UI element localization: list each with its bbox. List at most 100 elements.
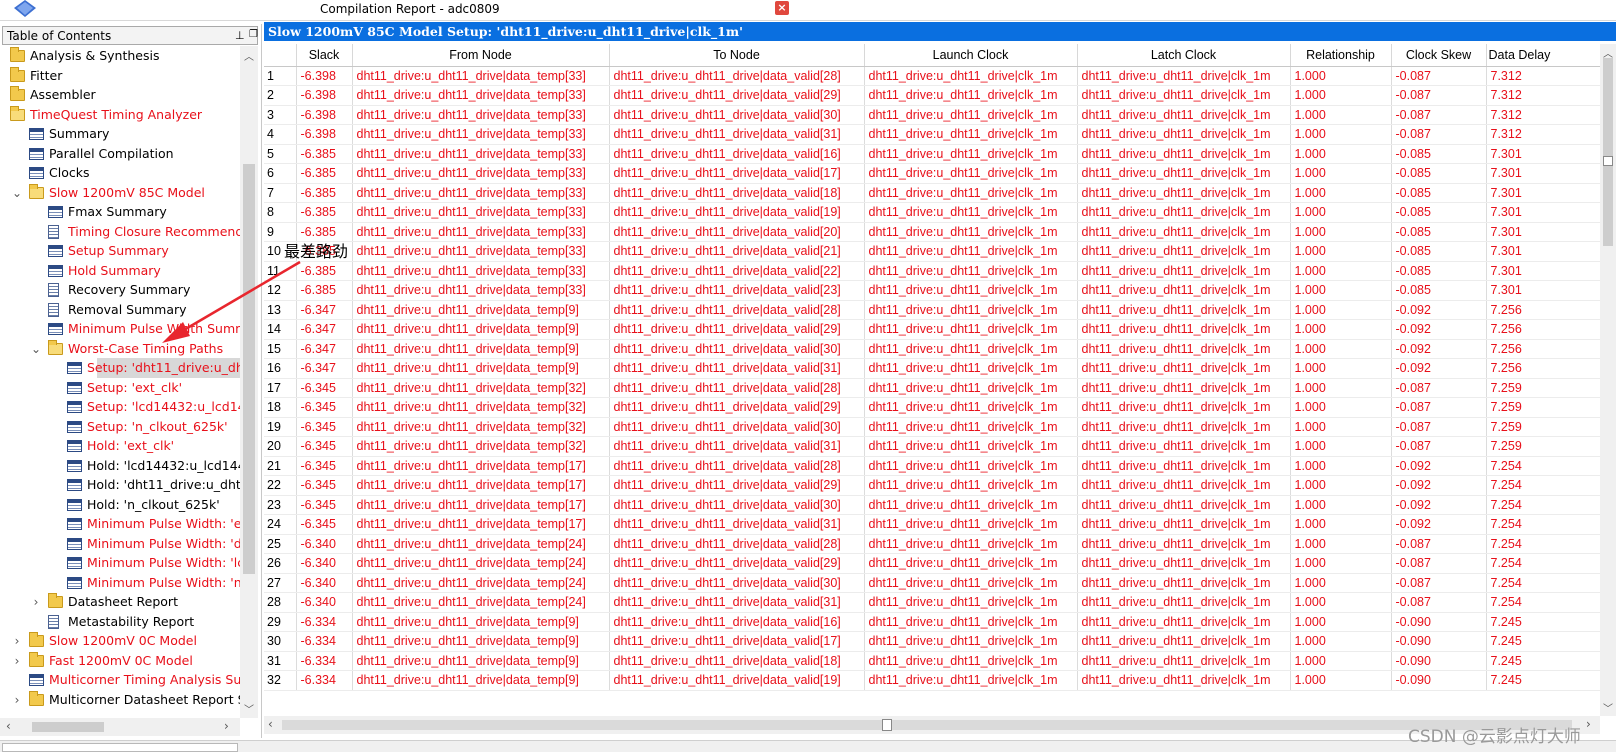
table-row[interactable]: 5 -6.385 dht11_drive:u_dht11_drive|data_te… [264, 144, 1600, 164]
toc-item[interactable]: Minimum Pulse Width: 'dht11_drive' [0, 534, 240, 554]
table-row[interactable]: 15 -6.347 dht11_drive:u_dht11_drive|data_t… [264, 339, 1600, 359]
table-row[interactable]: 27 -6.340 dht11_drive:u_dht11_drive|data_t… [264, 573, 1600, 593]
table-row[interactable]: 9 -6.385 dht11_drive:u_dht11_drive|data_te… [264, 222, 1600, 242]
scroll-right-icon[interactable]: › [1586, 717, 1591, 731]
table-vertical-scrollbar[interactable]: ︿ ﹀ [1600, 44, 1616, 716]
toc-item[interactable]: Minimum Pulse Width Summary [0, 319, 240, 339]
toc-item[interactable]: Hold Summary [0, 261, 240, 281]
chevron-right-icon[interactable]: › [11, 690, 23, 710]
toc-horizontal-scrollbar[interactable]: ‹ › [0, 718, 240, 736]
column-header[interactable]: Clock Skew [1391, 44, 1487, 67]
toc-vertical-scrollbar[interactable]: ︿ ﹀ [240, 46, 258, 718]
toc-item[interactable]: Removal Summary [0, 300, 240, 320]
table-row[interactable]: 12 -6.385 dht11_drive:u_dht11_drive|data_t… [264, 280, 1600, 301]
toc-item[interactable]: Minimum Pulse Width: 'ext_clk' [0, 514, 240, 534]
scroll-down-icon[interactable]: ﹀ [1600, 700, 1616, 715]
toc-item[interactable]: › Fast 1200mV 0C Model [0, 651, 240, 671]
table-horizontal-scrollbar[interactable]: ‹ › [264, 716, 1600, 734]
scroll-up-icon[interactable]: ︿ [240, 48, 258, 63]
toc-item[interactable]: › Datasheet Report [0, 592, 240, 612]
pin-icon[interactable]: ⊥ [235, 29, 245, 42]
toc-item[interactable]: Hold: 'lcd14432:u_lcd14432|clk' [0, 456, 240, 476]
scroll-down-icon[interactable]: ﹀ [240, 701, 258, 716]
column-header[interactable]: Data Delay [1486, 44, 1600, 67]
table-row[interactable]: 29 -6.334 dht11_drive:u_dht11_drive|data_t… [264, 612, 1600, 632]
toc-item[interactable]: › Slow 1200mV 0C Model [0, 631, 240, 651]
scroll-left-icon[interactable]: ‹ [6, 719, 11, 733]
table-row[interactable]: 21 -6.345 dht11_drive:u_dht11_drive|data_t… [264, 456, 1600, 476]
toc-item[interactable]: ⌄ Slow 1200mV 85C Model [0, 183, 240, 203]
toc-item[interactable]: ⌄ Worst-Case Timing Paths [0, 339, 240, 359]
table-row[interactable]: 10 -6.385 dht11_drive:u_dht11_drive|data_t… [264, 241, 1600, 262]
column-header[interactable]: Latch Clock [1077, 44, 1291, 67]
float-window-icon[interactable]: ❐ [249, 29, 258, 40]
table-row[interactable]: 3 -6.398 dht11_drive:u_dht11_drive|data_te… [264, 105, 1600, 125]
table-row[interactable]: 4 -6.398 dht11_drive:u_dht11_drive|data_te… [264, 124, 1600, 145]
table-row[interactable]: 13 -6.347 dht11_drive:u_dht11_drive|data_t… [264, 300, 1600, 320]
scroll-grip-icon[interactable] [882, 719, 892, 731]
toc-item[interactable]: Fitter [0, 66, 240, 86]
toc-item[interactable]: Hold: 'ext_clk' [0, 436, 240, 456]
toc-item[interactable]: Multicorner Timing Analysis Summary [0, 670, 240, 690]
column-header[interactable]: From Node [352, 44, 610, 67]
chevron-down-icon[interactable]: ⌄ [11, 183, 23, 203]
toc-item[interactable]: Setup: 'n_clkout_625k' [0, 417, 240, 437]
table-row[interactable]: 25 -6.340 dht11_drive:u_dht11_drive|data_t… [264, 534, 1600, 554]
toc-item[interactable]: Assembler [0, 85, 240, 105]
table-row[interactable]: 30 -6.334 dht11_drive:u_dht11_drive|data_t… [264, 631, 1600, 652]
toc-item[interactable]: Recovery Summary [0, 280, 240, 300]
chevron-right-icon[interactable]: › [11, 651, 23, 671]
toc-item[interactable]: Setup: 'ext_clk' [0, 378, 240, 398]
table-row[interactable]: 26 -6.340 dht11_drive:u_dht11_drive|data_t… [264, 553, 1600, 574]
toc-item[interactable]: Minimum Pulse Width: 'n_clkout_625k' [0, 573, 240, 593]
table-row[interactable]: 19 -6.345 dht11_drive:u_dht11_drive|data_t… [264, 417, 1600, 437]
toc-item[interactable]: Minimum Pulse Width: 'lcd14432' [0, 553, 240, 573]
table-row[interactable]: 16 -6.347 dht11_drive:u_dht11_drive|data_t… [264, 358, 1600, 379]
table-row[interactable]: 17 -6.345 dht11_drive:u_dht11_drive|data_t… [264, 378, 1600, 398]
table-row[interactable]: 22 -6.345 dht11_drive:u_dht11_drive|data_t… [264, 475, 1600, 496]
toc-item[interactable]: Hold: 'n_clkout_625k' [0, 495, 240, 515]
toc-item[interactable]: TimeQuest Timing Analyzer [0, 105, 240, 125]
table-row[interactable]: 28 -6.340 dht11_drive:u_dht11_drive|data_t… [264, 592, 1600, 613]
table-row[interactable]: 31 -6.334 dht11_drive:u_dht11_drive|data_t… [264, 651, 1600, 671]
toc-item[interactable]: › Multicorner Datasheet Report Summary [0, 690, 240, 710]
scroll-thumb[interactable] [1603, 58, 1613, 246]
column-header[interactable]: To Node [609, 44, 865, 67]
toc-item[interactable]: Parallel Compilation [0, 144, 240, 164]
column-header[interactable]: Relationship [1290, 44, 1392, 67]
scroll-left-icon[interactable]: ‹ [268, 717, 273, 731]
toc-item[interactable]: Clocks [0, 163, 240, 183]
table-row[interactable]: 14 -6.347 dht11_drive:u_dht11_drive|data_t… [264, 319, 1600, 340]
table-row[interactable]: 18 -6.345 dht11_drive:u_dht11_drive|data_t… [264, 397, 1600, 418]
table-row[interactable]: 32 -6.334 dht11_drive:u_dht11_drive|data_t… [264, 670, 1600, 691]
scroll-grip-icon[interactable] [1603, 156, 1613, 166]
table-row[interactable]: 24 -6.345 dht11_drive:u_dht11_drive|data_t… [264, 514, 1600, 535]
chevron-right-icon[interactable]: › [11, 631, 23, 651]
table-row[interactable]: 1 -6.398 dht11_drive:u_dht11_drive|data_te… [264, 66, 1600, 86]
toc-item[interactable]: Setup Summary [0, 241, 240, 261]
toc-item[interactable]: Analysis & Synthesis [0, 46, 240, 66]
chevron-down-icon[interactable]: ⌄ [30, 339, 42, 359]
table-row[interactable]: 23 -6.345 dht11_drive:u_dht11_drive|data_t… [264, 495, 1600, 515]
scroll-right-icon[interactable]: › [224, 719, 229, 733]
column-header[interactable] [264, 44, 297, 67]
toc-item[interactable]: Setup: 'lcd14432:u_lcd14432|clk' [0, 397, 240, 417]
scroll-thumb[interactable] [243, 164, 255, 574]
scroll-thumb[interactable] [282, 720, 1572, 730]
toc-item[interactable]: Fmax Summary [0, 202, 240, 222]
toc-item[interactable]: Metastability Report [0, 612, 240, 632]
toc-item[interactable]: Setup: 'dht11_drive:u_dht11_drive|clk_1m… [67, 358, 240, 378]
table-row[interactable]: 20 -6.345 dht11_drive:u_dht11_drive|data_t… [264, 436, 1600, 457]
chevron-right-icon[interactable]: › [30, 592, 42, 612]
column-header[interactable]: Slack [296, 44, 353, 67]
column-header[interactable]: Launch Clock [864, 44, 1078, 67]
table-row[interactable]: 2 -6.398 dht11_drive:u_dht11_drive|data_te… [264, 85, 1600, 106]
close-icon[interactable]: × [775, 1, 789, 15]
scroll-thumb[interactable] [32, 722, 104, 732]
toc-item[interactable]: Hold: 'dht11_drive:u_dht11_drive|clk_1m' [0, 475, 240, 495]
table-row[interactable]: 6 -6.385 dht11_drive:u_dht11_drive|data_te… [264, 163, 1600, 184]
table-row[interactable]: 8 -6.385 dht11_drive:u_dht11_drive|data_te… [264, 202, 1600, 223]
toc-item[interactable]: Timing Closure Recommendations [0, 222, 240, 242]
toc-item[interactable]: Summary [0, 124, 240, 144]
table-row[interactable]: 7 -6.385 dht11_drive:u_dht11_drive|data_te… [264, 183, 1600, 203]
